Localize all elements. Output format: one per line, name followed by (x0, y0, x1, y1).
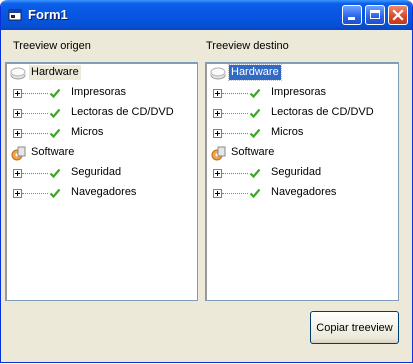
checkmark-icon (249, 188, 261, 199)
expand-icon[interactable] (213, 189, 222, 198)
maximize-button[interactable] (365, 5, 385, 25)
tree-node-label: Seguridad (71, 166, 122, 178)
tree-node-lectoras[interactable]: Lectoras de CD/DVD (7, 104, 192, 122)
tree-node-lectoras[interactable]: Lectoras de CD/DVD (207, 104, 393, 122)
checkmark-icon (249, 88, 261, 99)
tree-node-label-selected: Hardware (228, 64, 282, 81)
minimize-icon (348, 17, 355, 20)
tree-node-label: Impresoras (71, 86, 127, 98)
tree-connector (222, 93, 248, 94)
copy-treeview-button[interactable]: Copiar treeview (310, 311, 399, 344)
expand-icon[interactable] (213, 89, 222, 98)
checkmark-icon (49, 128, 61, 139)
disc-icon (211, 146, 226, 161)
tree-node-impresoras[interactable]: Impresoras (207, 84, 393, 102)
tree-node-micros[interactable]: Micros (7, 124, 192, 142)
expand-icon[interactable] (13, 89, 22, 98)
checkmark-icon (249, 128, 261, 139)
checkmark-icon (49, 168, 61, 179)
expand-icon[interactable] (13, 169, 22, 178)
form-window: Form1 Treeview origen Treeview destino H… (0, 0, 413, 363)
tree-node-impresoras[interactable]: Impresoras (7, 84, 192, 102)
drive-icon (210, 67, 226, 80)
expand-icon[interactable] (213, 169, 222, 178)
tree-connector (222, 173, 248, 174)
tree-connector (22, 173, 48, 174)
tree-connector (222, 113, 248, 114)
source-tree-label: Treeview origen (13, 40, 91, 52)
form-app-icon (8, 9, 22, 21)
checkmark-icon (49, 188, 61, 199)
tree-connector (22, 193, 48, 194)
title-bar[interactable]: Form1 (1, 0, 412, 30)
drive-icon (10, 67, 26, 80)
tree-connector (22, 113, 48, 114)
destination-tree-label: Treeview destino (206, 40, 289, 52)
tree-node-seguridad[interactable]: Seguridad (207, 164, 393, 182)
tree-node-label: Navegadores (71, 186, 137, 198)
tree-node-software[interactable]: Software (7, 144, 192, 162)
checkmark-icon (49, 108, 61, 119)
destination-treeview[interactable]: Hardware Impresoras Lectoras de CD/DVD M… (205, 62, 399, 301)
tree-node-navegadores[interactable]: Navegadores (207, 184, 393, 202)
checkmark-icon (49, 88, 61, 99)
tree-node-hardware[interactable]: Hardware (207, 64, 393, 82)
tree-node-seguridad[interactable]: Seguridad (7, 164, 192, 182)
tree-node-label: Micros (71, 126, 104, 138)
tree-node-navegadores[interactable]: Navegadores (7, 184, 192, 202)
tree-node-label: Software (31, 146, 75, 158)
tree-node-label: Lectoras de CD/DVD (71, 106, 174, 118)
expand-icon[interactable] (13, 189, 22, 198)
close-icon (392, 9, 404, 21)
expand-icon[interactable] (213, 129, 222, 138)
tree-connector (222, 193, 248, 194)
disc-icon (11, 146, 26, 161)
tree-node-hardware[interactable]: Hardware (7, 64, 192, 82)
tree-node-label: Hardware (29, 65, 81, 80)
checkmark-icon (249, 168, 261, 179)
tree-node-label: Seguridad (271, 166, 322, 178)
tree-connector (22, 133, 48, 134)
expand-icon[interactable] (213, 109, 222, 118)
maximize-icon (370, 10, 380, 19)
tree-node-label: Lectoras de CD/DVD (271, 106, 374, 118)
expand-icon[interactable] (13, 129, 22, 138)
tree-connector (22, 93, 48, 94)
tree-node-label: Impresoras (271, 86, 327, 98)
tree-node-micros[interactable]: Micros (207, 124, 393, 142)
checkmark-icon (249, 108, 261, 119)
window-title: Form1 (28, 7, 68, 22)
tree-node-software[interactable]: Software (207, 144, 393, 162)
close-button[interactable] (388, 5, 408, 25)
expand-icon[interactable] (13, 109, 22, 118)
minimize-button[interactable] (342, 5, 362, 25)
tree-node-label: Navegadores (271, 186, 337, 198)
source-treeview[interactable]: Hardware Impresoras Lectoras de CD/DVD M… (5, 62, 198, 301)
tree-node-label: Software (231, 146, 275, 158)
tree-connector (222, 133, 248, 134)
tree-node-label: Micros (271, 126, 304, 138)
